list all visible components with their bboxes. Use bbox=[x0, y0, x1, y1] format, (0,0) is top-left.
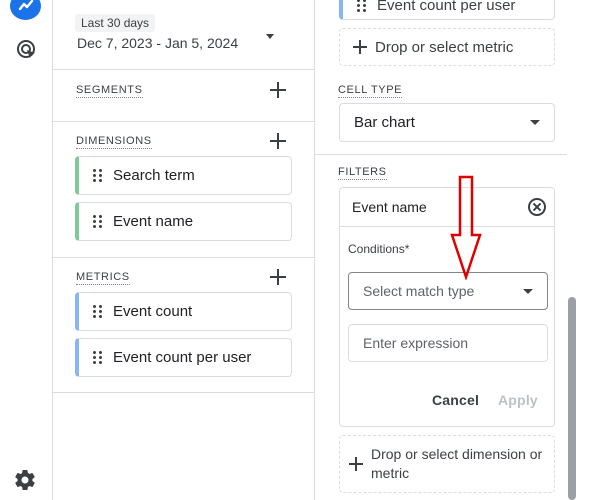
scrollbar-thumb[interactable] bbox=[568, 297, 576, 500]
cell-type-heading: CELL TYPE bbox=[338, 84, 403, 98]
date-range-picker[interactable]: Last 30 days Dec 7, 2023 - Jan 5, 2024 bbox=[75, 14, 315, 60]
cell-type-select[interactable]: Bar chart bbox=[339, 103, 555, 142]
tab-settings-panel: Event count per user Drop or select metr… bbox=[315, 0, 567, 500]
values-metric-chip[interactable]: Event count per user bbox=[339, 0, 555, 20]
match-type-placeholder: Select match type bbox=[363, 283, 475, 299]
divider bbox=[53, 392, 314, 393]
drop-metric-label: Drop or select metric bbox=[375, 38, 514, 56]
dimensions-heading: DIMENSIONS bbox=[76, 135, 152, 149]
drop-filter-label: Drop or select dimension or metric bbox=[371, 446, 543, 481]
metric-chip-label: Event count per user bbox=[113, 349, 252, 366]
divider bbox=[315, 154, 567, 155]
metrics-heading: METRICS bbox=[76, 271, 130, 285]
drag-handle-icon[interactable] bbox=[357, 0, 367, 12]
drag-handle-icon[interactable] bbox=[93, 351, 103, 365]
drop-metric-target[interactable]: Drop or select metric bbox=[339, 28, 555, 66]
drag-handle-icon[interactable] bbox=[93, 215, 103, 229]
chevron-down-icon[interactable] bbox=[266, 34, 274, 39]
dimension-chip-label: Search term bbox=[113, 167, 195, 184]
cancel-button[interactable]: Cancel bbox=[432, 392, 479, 408]
drag-handle-icon[interactable] bbox=[93, 169, 103, 183]
annotation-arrow-icon bbox=[450, 175, 482, 280]
values-metric-label: Event count per user bbox=[377, 0, 516, 14]
segments-heading: SEGMENTS bbox=[76, 84, 143, 98]
expression-input[interactable]: Enter expression bbox=[348, 324, 548, 362]
metric-chip-event-count[interactable]: Event count bbox=[75, 292, 292, 331]
date-range-text: Dec 7, 2023 - Jan 5, 2024 bbox=[77, 35, 239, 51]
remove-filter-icon[interactable] bbox=[528, 198, 546, 216]
gear-icon[interactable] bbox=[13, 468, 39, 494]
match-type-select[interactable]: Select match type bbox=[348, 272, 548, 310]
add-metric-icon[interactable] bbox=[269, 268, 287, 286]
apply-button[interactable]: Apply bbox=[498, 392, 538, 408]
add-dimension-icon[interactable] bbox=[269, 132, 287, 150]
divider bbox=[53, 121, 314, 122]
cell-type-value: Bar chart bbox=[354, 114, 415, 131]
filter-card: Event name Conditions* Select match type… bbox=[339, 187, 555, 427]
plus-icon bbox=[349, 457, 363, 471]
filter-dimension-name: Event name bbox=[352, 199, 427, 215]
divider bbox=[53, 257, 314, 258]
chevron-down-icon bbox=[530, 120, 540, 125]
dimension-chip-event-name[interactable]: Event name bbox=[75, 202, 292, 241]
dimension-chip-label: Event name bbox=[113, 213, 194, 230]
divider bbox=[53, 69, 314, 70]
drop-filter-target[interactable]: Drop or select dimension or metric bbox=[339, 435, 555, 493]
filters-heading: FILTERS bbox=[338, 166, 387, 180]
variables-panel: Last 30 days Dec 7, 2023 - Jan 5, 2024 S… bbox=[53, 0, 315, 500]
explore-target-icon[interactable] bbox=[15, 38, 39, 62]
drag-handle-icon[interactable] bbox=[93, 305, 103, 319]
metric-chip-event-count-per-user[interactable]: Event count per user bbox=[75, 338, 292, 377]
dimension-chip-search-term[interactable]: Search term bbox=[75, 156, 292, 195]
filter-card-header: Event name bbox=[340, 188, 554, 227]
plus-icon bbox=[353, 40, 367, 54]
chevron-down-icon bbox=[523, 288, 533, 294]
add-segment-icon[interactable] bbox=[269, 81, 287, 99]
insights-icon[interactable] bbox=[10, 0, 41, 20]
metric-chip-label: Event count bbox=[113, 303, 193, 320]
date-preset-chip: Last 30 days bbox=[75, 14, 156, 32]
conditions-label: Conditions* bbox=[348, 242, 410, 256]
left-nav-rail bbox=[0, 0, 53, 500]
